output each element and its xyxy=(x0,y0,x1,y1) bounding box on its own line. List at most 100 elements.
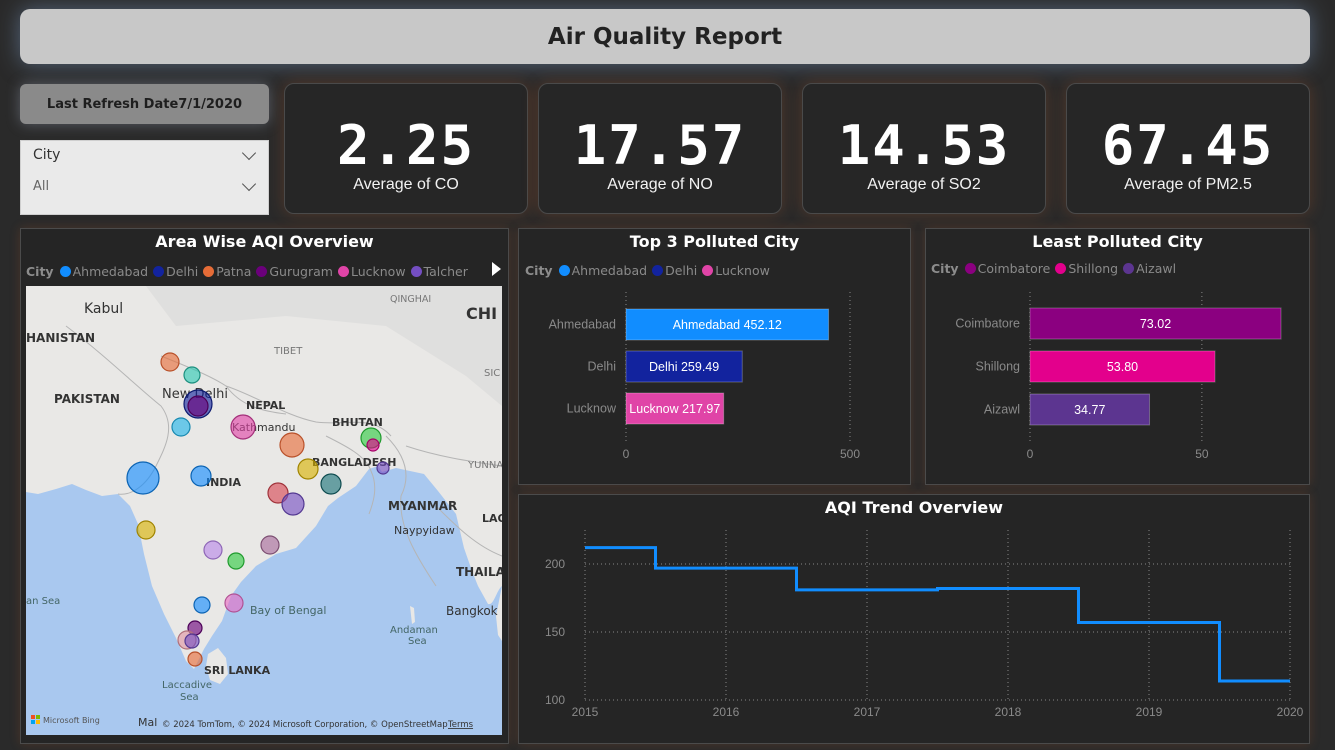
map-bubble[interactable] xyxy=(320,473,342,495)
kpi-value: 67.45 xyxy=(1101,114,1275,177)
x-tick-label: 500 xyxy=(840,447,860,461)
city-slicer-label: City xyxy=(33,147,61,163)
map-copyright: © 2024 TomTom, © 2024 Microsoft Corporat… xyxy=(162,720,448,730)
y-tick-label: 200 xyxy=(545,557,565,571)
x-tick-label: 0 xyxy=(1027,447,1034,461)
map-label-naypyidaw: Naypyidaw xyxy=(394,524,455,537)
city-slicer-header[interactable]: City xyxy=(33,145,257,163)
trend-title: AQI Trend Overview xyxy=(824,498,1004,517)
kpi-caption: Average of PM2.5 xyxy=(1124,176,1252,193)
trend-line[interactable] xyxy=(585,546,1290,683)
last-refresh-label: Last Refresh Date xyxy=(46,96,179,112)
map-label-laccadive: Laccadive xyxy=(162,680,212,691)
india-map[interactable]: Kabul HANISTAN PAKISTAN New Delhi NEPAL … xyxy=(26,286,502,735)
map-bubble[interactable] xyxy=(260,535,280,555)
legend-item-delhi[interactable]: Delhi xyxy=(652,263,697,278)
chevron-down-icon[interactable] xyxy=(241,145,257,160)
kpi-caption: Average of NO xyxy=(607,176,713,193)
legend-dot xyxy=(558,265,570,276)
map-bubble[interactable] xyxy=(376,461,390,475)
top3-bar-chart[interactable]: 0 500 Ahmedabad Ahmedabad 452.12 Delhi Delhi … xyxy=(520,282,908,470)
map-bubble[interactable] xyxy=(187,651,203,667)
map-bubble[interactable] xyxy=(203,540,223,560)
x-tick-label: 2016 xyxy=(713,705,740,719)
map-label-pakistan: PAKISTAN xyxy=(54,392,120,406)
kpi-value: 14.53 xyxy=(837,114,1011,177)
legend-dot xyxy=(1123,263,1135,274)
map-bubble[interactable] xyxy=(160,352,180,372)
last-refresh-date: 7/1/2020 xyxy=(178,96,243,112)
map-bubble[interactable] xyxy=(171,417,191,437)
legend-item-shillong[interactable]: Shillong xyxy=(1055,261,1118,276)
x-tick-label: 50 xyxy=(1195,447,1209,461)
map-bubble[interactable] xyxy=(136,520,156,540)
map-bubble[interactable] xyxy=(187,395,209,417)
legend-dot xyxy=(59,266,71,277)
map-bubble[interactable] xyxy=(224,593,244,613)
legend-item-ahmedabad[interactable]: Ahmedabad xyxy=(59,264,148,279)
city-dropdown[interactable]: All xyxy=(33,176,257,194)
map-label-an-sea: an Sea xyxy=(26,596,60,607)
legend-dot xyxy=(337,266,349,277)
map-label-bhutan: BHUTAN xyxy=(332,416,383,429)
map-label-andaman: Andaman xyxy=(390,625,438,636)
legend-item-talcher[interactable]: Talcher xyxy=(410,264,468,279)
map-label-chi: CHI xyxy=(466,304,497,323)
kpi-card-no: 17.57 Average of NO xyxy=(538,83,782,214)
map-bubble[interactable] xyxy=(190,465,212,487)
map-bubble[interactable] xyxy=(279,432,305,458)
x-tick-label: 2018 xyxy=(995,705,1022,719)
map-label-sic: SIC xyxy=(484,368,500,379)
legend-item-delhi[interactable]: Delhi xyxy=(153,264,198,279)
legend-item-coimbatore[interactable]: Coimbatore xyxy=(964,261,1051,276)
map-label-sri-lanka: SRI LANKA xyxy=(204,664,271,677)
map-label-thaila: THAILA xyxy=(456,565,502,579)
map-terms-link[interactable]: Terms xyxy=(447,720,474,730)
map-bubble[interactable] xyxy=(297,458,319,480)
category-label: Lucknow xyxy=(567,402,617,416)
data-label: 73.02 xyxy=(1140,317,1171,331)
map-bubble[interactable] xyxy=(281,492,305,516)
map-bubble[interactable] xyxy=(183,366,201,384)
kpi-card-so2: 14.53 Average of SO2 xyxy=(802,83,1046,214)
map-bubble[interactable] xyxy=(366,438,380,452)
legend-title: City xyxy=(931,261,959,276)
last-refresh-date-button[interactable]: Last Refresh Date 7/1/2020 xyxy=(20,84,269,124)
chevron-down-icon[interactable] xyxy=(241,176,257,192)
legend-label: Gurugram xyxy=(269,264,333,279)
legend-label: Ahmedabad xyxy=(571,263,648,278)
legend-label: Delhi xyxy=(665,263,698,278)
map-label-nepal: NEPAL xyxy=(246,399,285,412)
legend-item-gurugram[interactable]: Gurugram xyxy=(256,264,333,279)
map-label-tibet: TIBET xyxy=(273,346,303,357)
y-tick-label: 100 xyxy=(545,693,565,707)
map-label-laccadive-sea: Sea xyxy=(180,692,199,703)
legend-next-icon[interactable] xyxy=(492,262,501,276)
data-label: Delhi 259.49 xyxy=(649,360,719,374)
map-bubble[interactable] xyxy=(230,414,256,440)
legend-label: Talcher xyxy=(423,264,468,279)
map-bubble[interactable] xyxy=(126,461,160,495)
legend-item-patna[interactable]: Patna xyxy=(203,264,251,279)
city-slicer[interactable]: City All xyxy=(20,140,269,215)
legend-title: City xyxy=(525,263,553,278)
map-bubble[interactable] xyxy=(184,633,200,649)
map-bubble[interactable] xyxy=(227,552,245,570)
least-bar-chart[interactable]: 0 50 Coimbatore 73.02 Shillong 53.80 Aizawl 34.… xyxy=(927,282,1307,470)
map-label-lao: LAO xyxy=(482,512,502,525)
legend-item-lucknow[interactable]: Lucknow xyxy=(337,264,406,279)
legend-label: Delhi xyxy=(166,264,199,279)
legend-label: Coimbatore xyxy=(977,261,1051,276)
data-label: 34.77 xyxy=(1074,403,1105,417)
legend-item-aizawl[interactable]: Aizawl xyxy=(1123,261,1176,276)
kpi-caption: Average of CO xyxy=(353,176,459,193)
trend-line-chart[interactable]: 100 150 200 2015 2016 2017 2018 2019 2020 xyxy=(520,520,1308,740)
data-label: Ahmedabad 452.12 xyxy=(673,318,782,332)
legend-item-lucknow[interactable]: Lucknow xyxy=(702,263,770,278)
map-legend: City Ahmedabad Delhi Patna Gurugram Luck… xyxy=(26,264,473,279)
legend-item-ahmedabad[interactable]: Ahmedabad xyxy=(558,263,648,278)
map-bubble[interactable] xyxy=(193,596,211,614)
x-tick-label: 2015 xyxy=(572,705,599,719)
legend-label: Lucknow xyxy=(715,263,770,278)
legend-dot xyxy=(410,266,422,277)
